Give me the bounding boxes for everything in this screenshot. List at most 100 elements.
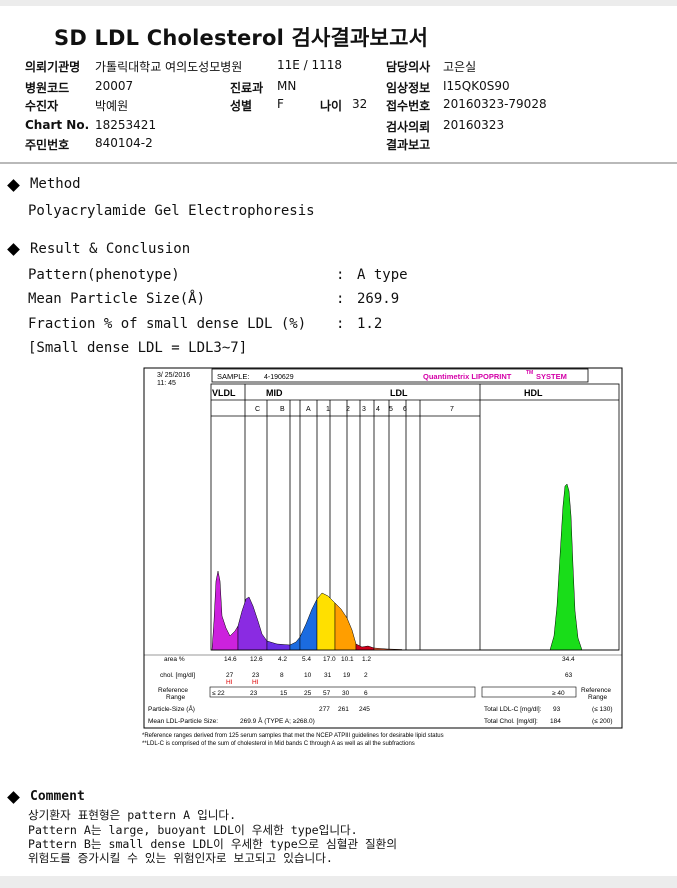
header-separator: [0, 162, 677, 164]
particle-size-value-0: 277: [319, 706, 330, 713]
chol-value-1: 23: [252, 672, 260, 679]
chol-label: chol. [mg/dl]: [160, 672, 195, 679]
chol-value-5: 19: [343, 672, 351, 679]
particle-size-colon: :: [336, 291, 345, 307]
comment-line-1: 상기환자 표현형은 pattern A 입니다.: [28, 808, 237, 822]
brand-name: Quantimetrix LIPOPRINT: [423, 372, 512, 381]
report-label: 결과보고: [386, 138, 431, 152]
age-label: 나이: [320, 99, 343, 113]
sdldl-note: [Small dense LDL = LDL3~7]: [28, 340, 248, 356]
total-chol-value: 184: [550, 718, 561, 725]
hospital-code-value: 20007: [95, 79, 134, 93]
doctor-label: 담당의사: [386, 60, 431, 74]
chol-value-0: 27: [226, 672, 234, 679]
particle-size-value-1: 261: [338, 706, 349, 713]
age-value: 32: [352, 97, 368, 111]
area-value-5: 10.1: [341, 656, 354, 663]
right-ref-label-2: Range: [588, 694, 608, 701]
chol-value-3: 10: [304, 672, 312, 679]
patient-value: 박예원: [95, 99, 129, 113]
ref-value-6: 6: [364, 690, 368, 697]
request-label: 검사의뢰: [386, 120, 431, 134]
fraction-label: Fraction % of small dense LDL (%): [28, 316, 307, 332]
clinical-value: I15QK0S90: [443, 79, 510, 93]
area-value-6: 1.2: [362, 656, 371, 663]
band-label-7: 7: [450, 406, 454, 413]
total-ldl-label: Total LDL-C [mg/dl]:: [484, 706, 542, 713]
band-label-1: 1: [326, 406, 330, 413]
dept-value: MN: [277, 79, 297, 93]
right-ref-label-1: Reference: [581, 687, 611, 694]
particle-size-value: 269.9: [357, 291, 400, 307]
footnote-2: **LDL-C is comprised of the sum of chole…: [142, 741, 415, 747]
area-value-7: 34.4: [562, 656, 575, 663]
hi-flag-0: HI: [226, 679, 233, 686]
area-value-4: 17.0: [323, 656, 336, 663]
resident-value: 840104-2: [95, 136, 153, 150]
band-label-B: B: [280, 406, 285, 413]
result-bullet-icon: [7, 243, 20, 256]
receipt-label: 접수번호: [386, 99, 431, 113]
comment-line-4: 위험도를 증가시킬 수 있는 위험인자로 보고되고 있습니다.: [28, 851, 333, 865]
brand-system: SYSTEM: [536, 372, 567, 381]
band-label-2: 2: [346, 406, 350, 413]
mean-size-value: 269.9 Å (TYPE A; ≥268.0): [240, 716, 315, 725]
request-value: 20160323: [443, 118, 505, 132]
doctor-value: 고은실: [443, 60, 477, 74]
particle-size-value-2: 245: [359, 706, 370, 713]
ref-value-0: ≤ 22: [212, 690, 225, 697]
sample-value: 4-190629: [264, 374, 294, 381]
institution-value: 가톨릭대학교 여의도성모병원: [95, 60, 243, 74]
report-title: SD LDL Cholesterol 검사결과보고서: [54, 26, 429, 50]
area-value-3: 5.4: [302, 656, 311, 663]
top-bar: [0, 0, 677, 6]
fraction-colon: :: [336, 316, 345, 332]
pattern-colon: :: [336, 267, 345, 283]
particle-size-label: Mean Particle Size(Å): [28, 291, 206, 307]
total-chol-ref: (≤ 200): [592, 718, 613, 725]
resident-label: 주민번호: [25, 138, 70, 152]
band-label-A: A: [306, 406, 311, 413]
total-ldl-ref: (≤ 130): [592, 706, 613, 713]
sex-value: F: [277, 97, 284, 111]
patient-label: 수진자: [25, 99, 59, 113]
chol-value-4: 31: [324, 672, 332, 679]
band-label-3: 3: [362, 406, 366, 413]
ref-value-3: 25: [304, 690, 312, 697]
peak-ldl1: [316, 592, 336, 651]
hdl-ref-value: ≥ 40: [552, 690, 565, 697]
institution-label: 의뢰기관명: [25, 60, 81, 74]
fraction-value: 1.2: [357, 316, 383, 332]
hi-flag-1: HI: [252, 679, 259, 686]
dept-label: 진료과: [230, 81, 264, 95]
comment-bullet-icon: [7, 791, 20, 804]
hospital-code-label: 병원코드: [25, 81, 70, 95]
area-value-0: 14.6: [224, 656, 237, 663]
mean-size-label: Mean LDL-Particle Size:: [148, 718, 218, 725]
method-text: Polyacrylamide Gel Electrophoresis: [28, 203, 315, 219]
ward-value: 11E / 1118: [277, 58, 343, 72]
particle-size-row-label: Particle-Size (Å): [148, 704, 195, 713]
result-heading: Result & Conclusion: [30, 241, 191, 257]
sample-label: SAMPLE:: [217, 372, 250, 381]
chart-no-value: 18253421: [95, 118, 157, 132]
band-label-4: 4: [376, 406, 380, 413]
band-label-5: 5: [389, 406, 393, 413]
chart-no-label: Chart No.: [25, 118, 90, 132]
ref-label-1: Reference: [158, 687, 188, 694]
group-ldl: LDL: [390, 388, 408, 398]
sex-label: 성별: [230, 99, 253, 113]
chol-value-7: 63: [565, 672, 573, 679]
ref-value-1: 23: [250, 690, 258, 697]
group-vldl: VLDL: [212, 388, 236, 398]
chart-date: 3/ 25/2016: [157, 372, 190, 379]
band-label-C: C: [255, 406, 260, 413]
group-mid: MID: [266, 388, 283, 398]
area-label: area %: [164, 656, 185, 663]
bottom-bar: [0, 876, 677, 888]
ref-value-2: 15: [280, 690, 288, 697]
total-ldl-value: 93: [553, 706, 561, 713]
total-chol-label: Total Chol. [mg/dl]:: [484, 718, 538, 725]
chart-frame: [143, 367, 623, 729]
pattern-label: Pattern(phenotype): [28, 267, 180, 283]
